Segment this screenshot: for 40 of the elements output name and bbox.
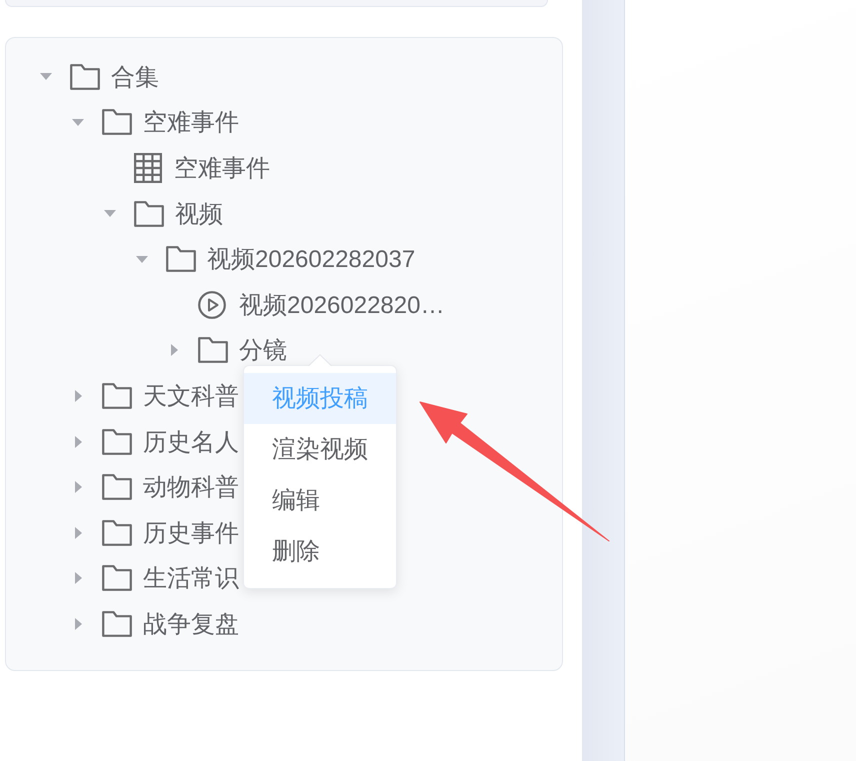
tree-item[interactable]: 空难事件 (134, 145, 270, 191)
folder-icon (102, 382, 132, 409)
caret-right-icon[interactable] (74, 618, 82, 630)
folder-icon (102, 520, 132, 546)
tree-item[interactable]: 视频 (98, 190, 223, 236)
tree-item[interactable]: 视频2026022820… (198, 282, 444, 328)
caret-down-icon[interactable] (136, 256, 148, 263)
folder-icon (166, 246, 196, 272)
folder-icon (102, 565, 132, 592)
caret-down-icon[interactable] (104, 210, 116, 218)
tree-item[interactable]: 视频202602282037 (130, 236, 416, 282)
folder-icon (102, 610, 132, 637)
caret-down-icon[interactable] (40, 73, 52, 80)
tree-item[interactable]: 天文科普 (66, 373, 239, 419)
menu-item[interactable]: 渲染视频 (244, 424, 396, 475)
caret-right-icon[interactable] (74, 572, 82, 584)
caret-right-icon[interactable] (74, 526, 82, 539)
caret-right-icon[interactable] (74, 390, 82, 402)
folder-icon (70, 64, 100, 90)
tree-item[interactable]: 空难事件 (66, 100, 239, 146)
menu-item[interactable]: 编辑 (244, 475, 396, 526)
play-circle-icon (198, 290, 226, 319)
caret-right-icon[interactable] (74, 481, 82, 494)
folder-icon (102, 428, 132, 455)
folder-icon (102, 474, 132, 500)
table-icon (134, 152, 162, 183)
caret-right-icon[interactable] (74, 436, 82, 448)
caret-right-icon[interactable] (170, 344, 178, 356)
tree-item[interactable]: 合集 (34, 54, 159, 100)
tree-item[interactable]: 历史名人 (66, 418, 239, 464)
menu-item[interactable]: 删除 (244, 526, 396, 577)
folder-icon (134, 200, 164, 227)
folder-icon (102, 109, 132, 136)
tree-item[interactable]: 历史事件 (66, 510, 239, 556)
tree-item[interactable]: 动物科普 (66, 464, 239, 510)
tree-item[interactable]: 生活常识 (66, 556, 239, 602)
tree-item[interactable]: 战争复盘 (66, 601, 239, 647)
caret-down-icon[interactable] (72, 118, 84, 126)
tree-item[interactable]: 分镜 (162, 328, 287, 374)
folder-icon (198, 337, 228, 364)
